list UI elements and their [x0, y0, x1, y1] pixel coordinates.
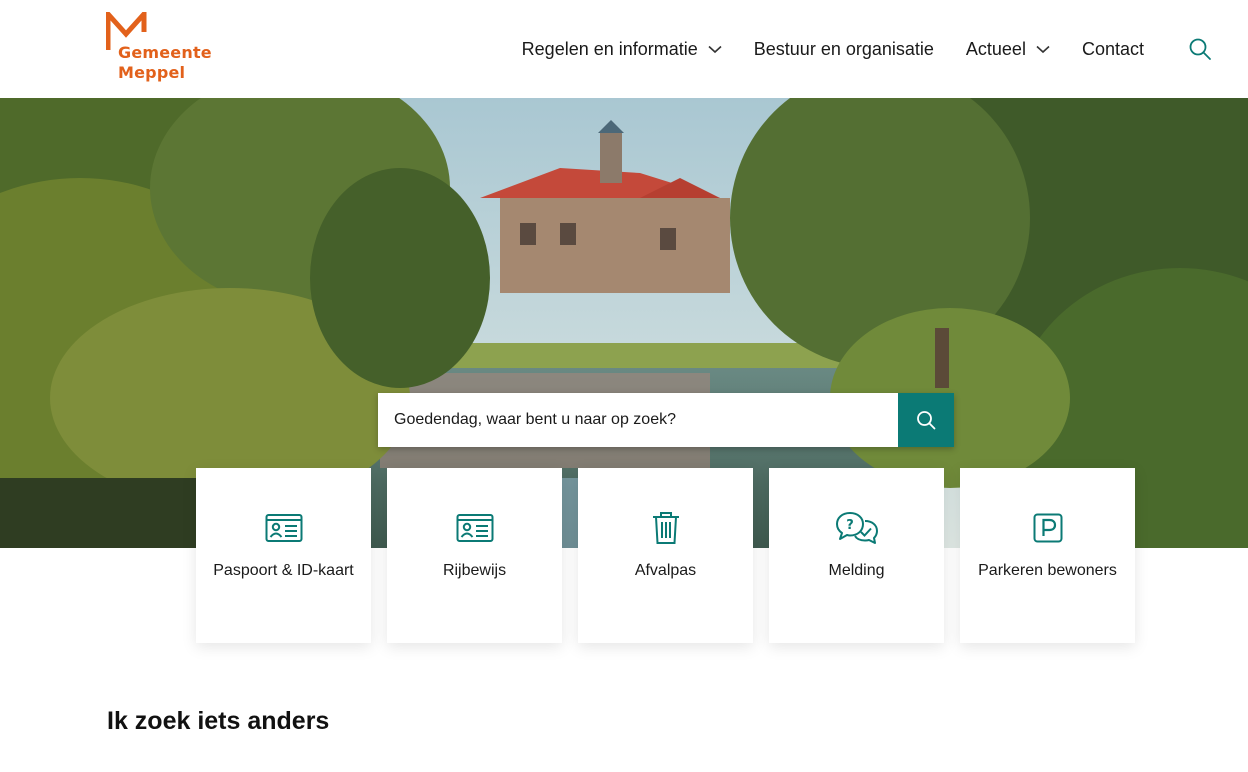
nav-item-label: Actueel [965, 38, 1026, 59]
tile-paspoort-id-kaart[interactable]: Paspoort & ID-kaart [196, 468, 371, 643]
chat-question-icon: ? [835, 510, 878, 546]
search-icon [917, 411, 936, 430]
tile-parkeren-bewoners[interactable]: Parkeren bewoners [960, 468, 1135, 643]
search-button[interactable] [898, 393, 954, 447]
id-card-icon [456, 510, 494, 546]
nav-item-bestuur-en-organisatie[interactable]: Bestuur en organisatie [754, 39, 934, 60]
search-input[interactable] [378, 393, 898, 447]
nav-item-label: Contact [1081, 38, 1144, 59]
id-card-icon [265, 510, 303, 546]
nav-item-label: Regelen en informatie [521, 38, 698, 59]
parking-icon [1033, 510, 1063, 546]
tile-label: Afvalpas [634, 562, 697, 579]
nav-item-actueel[interactable]: Actueel [966, 39, 1050, 60]
tile-label: Rijbewijs [442, 562, 507, 579]
svg-text:?: ? [846, 518, 854, 533]
tile-rijbewijs[interactable]: Rijbewijs [387, 468, 562, 643]
chevron-down-icon [708, 45, 722, 54]
logo-line-1: Gemeente [118, 43, 212, 62]
main-navigation: Regelen en informatie Bestuur en organis… [522, 36, 1212, 62]
chevron-down-icon [1036, 45, 1050, 54]
tile-label: Paspoort & ID-kaart [213, 562, 354, 579]
trash-icon [652, 510, 680, 546]
nav-item-contact[interactable]: Contact [1082, 39, 1144, 60]
tile-afvalpas[interactable]: Afvalpas [578, 468, 753, 643]
nav-item-regelen-en-informatie[interactable]: Regelen en informatie [522, 39, 722, 60]
hero-search [378, 393, 954, 447]
logo-wordmark: Gemeente Meppel [118, 43, 212, 83]
search-icon[interactable] [1188, 37, 1212, 61]
tile-label: Parkeren bewoners [978, 562, 1117, 579]
nav-item-label: Bestuur en organisatie [753, 38, 934, 59]
site-header: Gemeente Meppel Regelen en informatie Be… [0, 0, 1248, 98]
tile-label: Melding [828, 562, 885, 579]
quick-links: Paspoort & ID-kaart Rijbewijs Afvalpas ?… [196, 468, 1135, 643]
tile-melding[interactable]: ? Melding [769, 468, 944, 643]
gemeente-meppel-logo[interactable]: Gemeente Meppel [106, 12, 226, 86]
section-title: Ik zoek iets anders [107, 707, 330, 735]
logo-line-2: Meppel [118, 63, 186, 82]
